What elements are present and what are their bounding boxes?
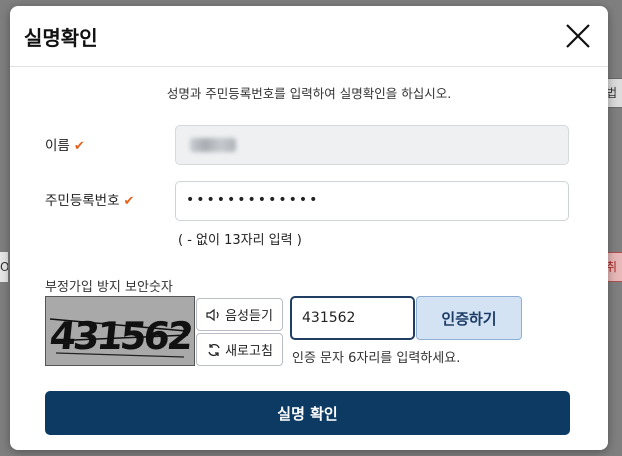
captcha-image: 431562 (45, 296, 195, 366)
name-label: 이름 ✔ (45, 134, 85, 154)
code-hint: 인증 문자 6자리를 입력하세요. (292, 351, 461, 366)
instruction-text: 성명과 주민등록번호를 입력하여 실명확인을 하십시오. (166, 86, 452, 101)
close-button[interactable] (564, 22, 592, 50)
refresh-icon (208, 343, 220, 356)
refresh-button[interactable]: 새로고침 (196, 333, 283, 366)
audio-button[interactable]: 음성듣기 (196, 298, 283, 331)
refresh-button-label: 새로고침 (225, 344, 273, 359)
modal-header: 실명확인 (10, 6, 608, 67)
rrn-hint: ( - 없이 13자리 입력 ) (178, 233, 302, 248)
required-check-icon: ✔ (73, 139, 85, 154)
close-icon (566, 24, 590, 48)
rrn-field[interactable]: ••••••••••••• (175, 181, 569, 221)
rrn-label: 주민등록번호 ✔ (45, 189, 134, 209)
audio-button-label: 음성듣기 (225, 309, 273, 324)
captcha-graphic: 431562 (48, 314, 194, 358)
rrn-label-text: 주민등록번호 (45, 193, 120, 209)
captcha-code-input[interactable]: 431562 (290, 296, 415, 340)
name-label-text: 이름 (45, 138, 70, 154)
verify-button[interactable]: 인증하기 (416, 296, 522, 340)
required-check-icon: ✔ (123, 194, 135, 209)
modal-title: 실명확인 (24, 26, 98, 50)
masked-name (190, 138, 236, 152)
captcha-title: 부정가입 방지 보안숫자 (45, 280, 173, 295)
speaker-icon (206, 308, 219, 321)
real-name-modal: 실명확인 성명과 주민등록번호를 입력하여 실명확인을 하십시오. 이름 ✔ 주민… (10, 6, 608, 450)
confirm-button[interactable]: 실명 확인 (45, 391, 570, 435)
name-field[interactable] (175, 125, 569, 165)
background-chip: O (0, 252, 8, 282)
